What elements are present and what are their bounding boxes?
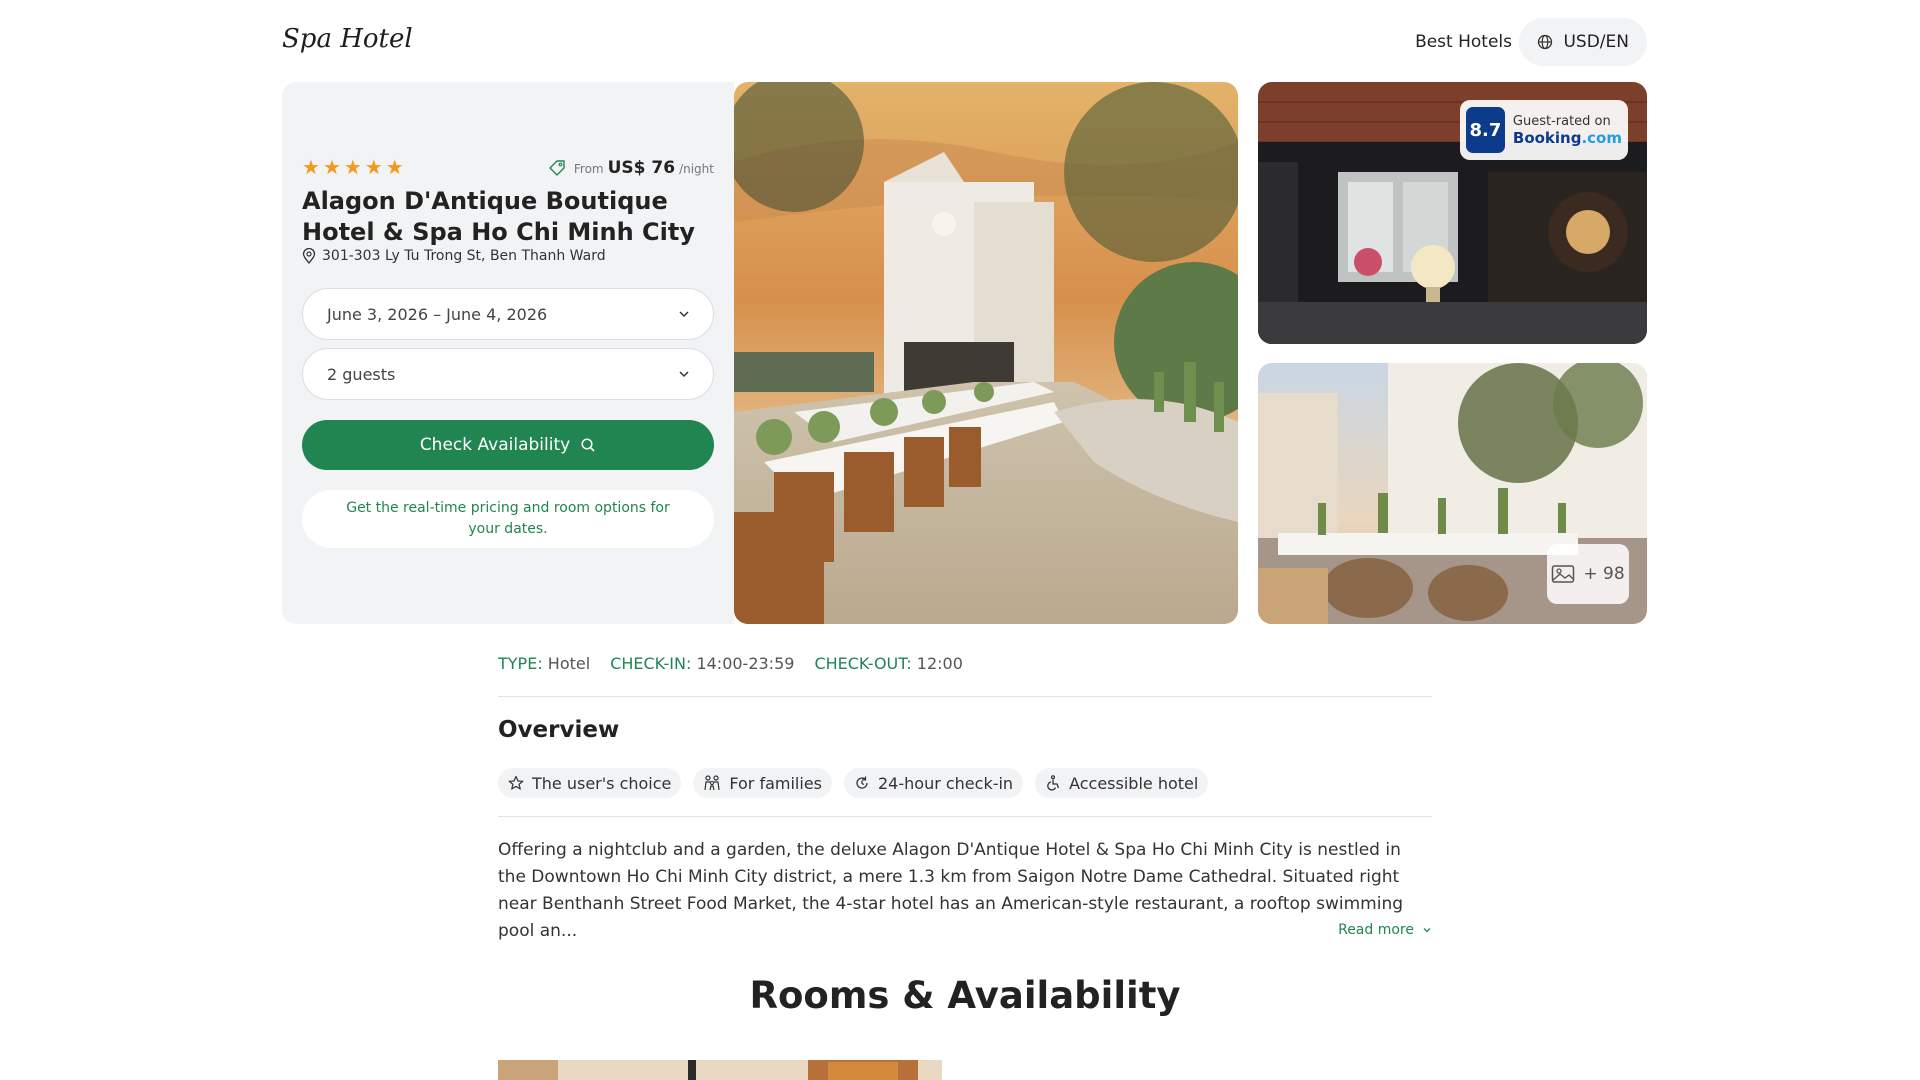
chip-families: For families <box>693 768 832 798</box>
fact-type: TYPE: Hotel <box>498 654 591 673</box>
chip-label: Accessible hotel <box>1069 773 1199 793</box>
gallery-main-photo[interactable] <box>734 82 1238 624</box>
wheelchair-icon <box>1047 775 1060 791</box>
chip-24h-checkin: 24-hour check-in <box>844 768 1024 798</box>
read-more-link[interactable]: Read more <box>1338 922 1432 938</box>
check-availability-button[interactable]: Check Availability <box>302 420 714 470</box>
hotel-hero: ★ ★ ★ ★ ★ From US$ 76 /night Alagon D'An… <box>282 82 1647 624</box>
guest-rating-badge[interactable]: 8.7 Guest-rated on Booking.com <box>1460 100 1628 160</box>
chevron-down-icon <box>679 371 689 378</box>
chevron-down-icon <box>1423 928 1431 933</box>
fact-checkout-value: 12:00 <box>916 654 963 673</box>
price-from-label: From <box>573 162 604 176</box>
chevron-down-icon <box>679 311 689 318</box>
section-divider <box>498 816 1432 817</box>
hotel-facts: TYPE: Hotel CHECK-IN: 14:00-23:59 CHECK-… <box>498 654 963 673</box>
star-icon: ★ <box>364 155 383 179</box>
refresh-clock-icon <box>856 776 868 789</box>
fact-type-value: Hotel <box>547 654 591 673</box>
price-amount: US$ 76 <box>607 158 676 178</box>
family-icon <box>704 775 720 791</box>
more-photos-count: + 98 <box>1583 564 1625 584</box>
read-more-label: Read more <box>1338 922 1414 938</box>
search-icon <box>581 438 595 452</box>
hotel-address: 301-303 Ly Tu Trong St, Ben Thanh Ward <box>302 248 606 264</box>
guests-select[interactable]: 2 guests <box>302 348 714 400</box>
chip-accessible: Accessible hotel <box>1035 768 1209 798</box>
price-tag-icon <box>549 160 565 176</box>
rooftop-dining-image <box>734 82 1238 624</box>
fact-checkin-value: 14:00-23:59 <box>696 654 795 673</box>
chip-label: The user's choice <box>532 773 672 793</box>
chip-users-choice: The user's choice <box>498 768 682 798</box>
star-icon: ★ <box>302 155 320 179</box>
currency-language-label: USD/EN <box>1563 32 1629 52</box>
more-photos-button[interactable]: + 98 <box>1547 544 1629 604</box>
nav-best-hotels[interactable]: Best Hotels <box>1415 32 1512 52</box>
star-icon: ★ <box>343 155 362 179</box>
price-from: From US$ 76 /night <box>548 158 714 178</box>
fact-checkout: CHECK-OUT: 12:00 <box>814 654 963 673</box>
section-divider <box>498 696 1432 697</box>
star-rating: ★ ★ ★ ★ ★ <box>302 157 404 177</box>
globe-icon <box>1538 34 1553 50</box>
hotel-name: Alagon D'Antique Boutique Hotel & Spa Ho… <box>302 187 696 246</box>
rating-source: Guest-rated on Booking.com <box>1513 114 1622 147</box>
currency-language-button[interactable]: USD/EN <box>1519 18 1647 66</box>
location-pin-icon <box>302 248 316 264</box>
fact-checkin-label: CHECK-IN <box>610 654 686 673</box>
fact-checkin: CHECK-IN: 14:00-23:59 <box>610 654 795 673</box>
booking-logo-main: Booking <box>1512 128 1582 147</box>
guests-value: 2 guests <box>327 364 396 384</box>
pricing-note: Get the real-time pricing and room optio… <box>302 490 714 548</box>
site-logo[interactable]: Spa Hotel <box>282 24 413 54</box>
hotel-address-text: 301-303 Ly Tu Trong St, Ben Thanh Ward <box>322 248 606 264</box>
fact-type-label: TYPE <box>498 654 538 673</box>
room-photo[interactable] <box>498 1060 942 1080</box>
star-icon: ★ <box>385 155 404 179</box>
site-header: Spa Hotel Best Hotels USD/EN <box>282 18 1647 66</box>
image-gallery-icon <box>1552 565 1575 583</box>
dates-select[interactable]: June 3, 2026 – June 4, 2026 <box>302 288 714 340</box>
rating-score: 8.7 <box>1466 107 1505 153</box>
star-outline-icon <box>508 775 524 790</box>
check-availability-label: Check Availability <box>419 435 571 455</box>
chip-label: For families <box>729 773 822 793</box>
hotel-description: Offering a nightclub and a garden, the d… <box>498 840 1404 941</box>
amenity-chips: The user's choice For families 24-hour c… <box>498 768 1209 798</box>
rooms-availability-title: Rooms & Availability <box>749 974 1181 1017</box>
booking-logo: Booking.com <box>1513 129 1622 147</box>
dates-value: June 3, 2026 – June 4, 2026 <box>327 304 548 324</box>
fact-checkout-label: CHECK-OUT <box>814 654 907 673</box>
star-icon: ★ <box>322 155 341 179</box>
price-unit: /night <box>679 162 714 176</box>
overview-title: Overview <box>498 717 620 743</box>
room-image <box>498 1060 942 1080</box>
chip-label: 24-hour check-in <box>878 773 1014 793</box>
booking-logo-suffix: .com <box>1581 128 1622 147</box>
booking-panel: ★ ★ ★ ★ ★ From US$ 76 /night Alagon D'An… <box>282 82 734 624</box>
rating-label: Guest-rated on <box>1512 113 1611 129</box>
